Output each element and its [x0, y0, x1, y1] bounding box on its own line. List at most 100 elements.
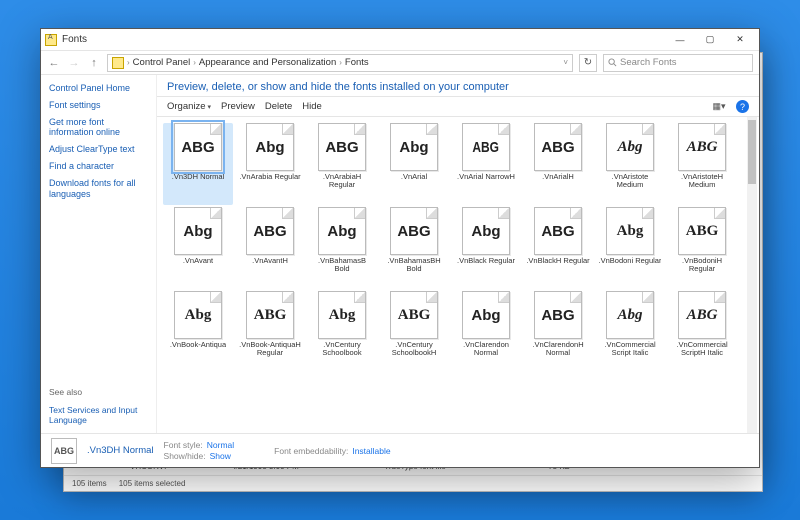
sidebar-home[interactable]: Control Panel Home: [49, 83, 148, 94]
seealso-heading: See also: [49, 387, 148, 397]
font-tile[interactable]: ABG .Vn3DH Normal: [163, 123, 233, 205]
help-icon[interactable]: ?: [736, 100, 749, 113]
font-label: .VnArialH: [542, 173, 574, 181]
font-thumb: ABG: [174, 123, 222, 171]
font-sample: ABG: [325, 139, 358, 156]
font-label: .VnAristote Medium: [598, 173, 662, 190]
sidebar: Control Panel Home Font settings Get mor…: [41, 75, 156, 433]
refresh-button[interactable]: ↻: [579, 54, 597, 72]
font-label: .VnBodoni Regular: [599, 257, 662, 265]
font-label: .Vn3DH Normal: [172, 173, 225, 181]
breadcrumb-1[interactable]: Appearance and Personalization: [199, 57, 336, 68]
sidebar-link-0[interactable]: Font settings: [49, 100, 148, 111]
font-tile[interactable]: Abg.VnClarendon Normal: [451, 291, 521, 373]
sidebar-link-1[interactable]: Get more font information online: [49, 117, 148, 139]
font-tile[interactable]: ABG .VnArial NarrowH: [451, 123, 521, 205]
view-options-icon[interactable]: ▦▾: [712, 101, 726, 113]
font-tile[interactable]: ABG.VnClarendonH Normal: [523, 291, 593, 373]
font-tile[interactable]: Abg .VnBahamasB Bold: [307, 207, 377, 289]
font-label: .VnCentury Schoolbook: [310, 341, 374, 358]
font-tile[interactable]: Abg.VnAvant: [163, 207, 233, 289]
details-embed-key: Font embeddability:: [274, 446, 348, 456]
breadcrumb-icon: [112, 57, 124, 69]
window-title: Fonts: [62, 34, 665, 45]
font-tile[interactable]: ABG .VnCommercial ScriptH Italic: [667, 291, 737, 373]
font-label: .VnCommercial ScriptH Italic: [670, 341, 734, 358]
font-tile[interactable]: ABG.VnBahamasBH Bold: [379, 207, 449, 289]
font-sample: Abg: [183, 223, 212, 240]
font-thumb: Abg: [174, 291, 222, 339]
font-thumb: Abg: [318, 207, 366, 255]
breadcrumb-2[interactable]: Fonts: [345, 57, 369, 68]
font-tile[interactable]: ABG .VnBlackH Regular: [523, 207, 593, 289]
breadcrumb-dropdown-icon[interactable]: ˅: [563, 58, 568, 67]
font-tile[interactable]: ABG .VnCentury SchoolbookH: [379, 291, 449, 373]
maximize-button[interactable]: ▢: [695, 31, 725, 49]
scrollbar[interactable]: [747, 117, 757, 433]
font-sample: ABG: [397, 223, 430, 240]
search-input[interactable]: Search Fonts: [603, 54, 753, 72]
font-label: .VnBook-Antiqua: [170, 341, 226, 349]
font-thumb: ABG: [246, 291, 294, 339]
delete-button[interactable]: Delete: [265, 101, 292, 112]
font-sample: ABG: [687, 307, 718, 324]
font-label: .VnBahamasB Bold: [310, 257, 374, 274]
font-sample: ABG: [398, 307, 431, 324]
font-thumb: Abg: [318, 291, 366, 339]
breadcrumb-0[interactable]: Control Panel: [133, 57, 191, 68]
font-thumb: ABG: [318, 123, 366, 171]
font-tile[interactable]: Abg.VnArabia Regular: [235, 123, 305, 205]
up-button[interactable]: ↑: [87, 56, 101, 70]
font-tile[interactable]: Abg .VnBook-Antiqua: [163, 291, 233, 373]
font-label: .VnArial: [401, 173, 427, 181]
hide-button[interactable]: Hide: [302, 101, 322, 112]
minimize-button[interactable]: —: [665, 31, 695, 49]
sidebar-link-3[interactable]: Find a character: [49, 161, 148, 172]
font-tile[interactable]: Abg.VnCommercial Script Italic: [595, 291, 665, 373]
font-sample: ABG: [686, 223, 719, 240]
search-icon: [608, 58, 617, 67]
font-label: .VnBlackH Regular: [526, 257, 589, 265]
scrollbar-thumb[interactable]: [748, 120, 756, 184]
details-show-key: Show/hide:: [164, 451, 206, 461]
preview-button[interactable]: Preview: [221, 101, 255, 112]
breadcrumb[interactable]: › Control Panel› Appearance and Personal…: [107, 54, 573, 72]
font-tile[interactable]: ABG.VnAvantH: [235, 207, 305, 289]
font-label: .VnCentury SchoolbookH: [382, 341, 446, 358]
font-tile[interactable]: Abg.VnBlack Regular: [451, 207, 521, 289]
seealso-link[interactable]: Text Services and Input Language: [49, 405, 148, 425]
font-tile[interactable]: ABG .VnArabiaH Regular: [307, 123, 377, 205]
font-label: .VnCommercial Script Italic: [598, 341, 662, 358]
font-tile[interactable]: Abg .VnCentury Schoolbook: [307, 291, 377, 373]
font-thumb: ABG: [534, 207, 582, 255]
font-sample: ABG: [473, 139, 500, 156]
font-tile[interactable]: ABG.VnArialH: [523, 123, 593, 205]
forward-button[interactable]: →: [67, 56, 81, 70]
back-button[interactable]: ←: [47, 56, 61, 70]
details-embed-val: Installable: [352, 446, 390, 456]
font-label: .VnArial NarrowH: [457, 173, 515, 181]
details-style-val: Normal: [207, 440, 234, 450]
font-sample: Abg: [617, 139, 642, 156]
font-tile[interactable]: Abg .VnAristote Medium: [595, 123, 665, 205]
font-tile[interactable]: ABG.VnBodoniH Regular: [667, 207, 737, 289]
font-tile[interactable]: Abg .VnBodoni Regular: [595, 207, 665, 289]
font-thumb: Abg: [462, 291, 510, 339]
font-thumb: Abg: [606, 207, 654, 255]
font-sample: Abg: [617, 223, 644, 240]
font-tile[interactable]: ABG.VnAristoteH Medium: [667, 123, 737, 205]
details-style-key: Font style:: [164, 440, 203, 450]
toolbar: Organize Preview Delete Hide ▦▾ ?: [157, 96, 759, 117]
organize-button[interactable]: Organize: [167, 101, 211, 112]
font-label: .VnArabiaH Regular: [310, 173, 374, 190]
font-tile[interactable]: ABG.VnBook-AntiquaH Regular: [235, 291, 305, 373]
sidebar-link-2[interactable]: Adjust ClearType text: [49, 144, 148, 155]
bg-status-selected: 105 items selected: [119, 479, 186, 488]
search-placeholder: Search Fonts: [620, 57, 677, 68]
close-button[interactable]: ✕: [725, 31, 755, 49]
bg-status-count: 105 items: [72, 479, 107, 488]
font-tile[interactable]: Abg .VnArial: [379, 123, 449, 205]
titlebar[interactable]: Fonts — ▢ ✕: [41, 29, 759, 51]
sidebar-link-4[interactable]: Download fonts for all languages: [49, 178, 148, 200]
font-sample: Abg: [399, 139, 428, 156]
